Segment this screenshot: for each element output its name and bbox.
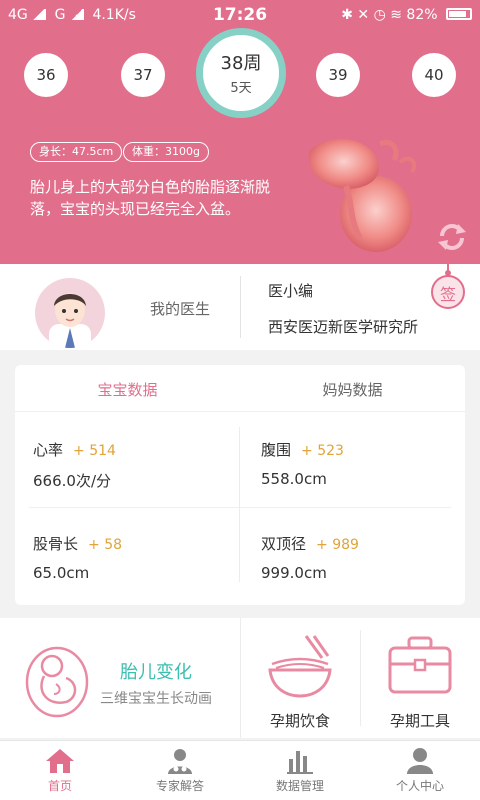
week-36-button[interactable]: 36: [24, 53, 68, 97]
metric-value: 999.0cm: [261, 564, 327, 582]
metric-name: 股骨长: [33, 535, 79, 553]
bluetooth-icon: ✱: [341, 7, 353, 23]
nav-expert-answers-label: 专家解答: [155, 779, 204, 793]
metric-value: 65.0cm: [33, 564, 90, 582]
current-days-label: 5天: [230, 81, 252, 96]
bottom-navigation: 首页 专家解答 数据管理 个人中心: [0, 740, 480, 800]
fetus-description: 胎儿身上的大部分白色的胎脂逐渐脱落，宝宝的头现已经完全入盆。: [30, 178, 271, 218]
metric-name: 心率: [33, 441, 64, 459]
fetus-icon: [25, 646, 89, 718]
fetus-length-badge: 身长：47.5cm: [30, 142, 123, 162]
refresh-icon[interactable]: [436, 222, 468, 252]
metric-delta: + 989: [316, 537, 359, 553]
metric-femur-length[interactable]: 股骨长 + 58 65.0cm: [33, 533, 122, 582]
feature-section: 胎儿变化 三维宝宝生长动画 孕期饮食 孕期工具: [0, 618, 480, 738]
metric-value: 558.0cm: [261, 470, 327, 488]
mute-icon: ✕: [357, 7, 370, 23]
alarm-icon: ◷: [373, 7, 386, 23]
sign-in-label: 签: [439, 285, 456, 304]
nav-data-management-label: 数据管理: [275, 779, 324, 793]
metric-delta: + 58: [88, 537, 123, 553]
week-40-button[interactable]: 40: [412, 53, 456, 97]
metric-name: 双顶径: [261, 535, 307, 553]
doctor-name: 医小编: [268, 282, 314, 300]
data-card: 宝宝数据 妈妈数据 心率 + 514 666.0次/分 腹围 + 523 558.0…: [15, 365, 465, 605]
metric-delta: + 514: [73, 443, 116, 459]
fetus-illustration: [308, 138, 417, 252]
week-37-button[interactable]: 37: [121, 53, 165, 97]
wifi-icon: ≋: [390, 7, 402, 23]
noodle-bowl-icon: [268, 635, 332, 698]
nav-personal-center[interactable]: 个人中心: [360, 741, 480, 800]
metric-delta: + 523: [301, 443, 344, 459]
battery-percent: 82%: [406, 7, 438, 23]
fetal-change-subtitle: 三维宝宝生长动画: [100, 691, 212, 707]
home-icon: [46, 749, 74, 773]
battery-icon: [446, 8, 472, 20]
sign-in-button[interactable]: 签: [430, 264, 466, 314]
my-doctor-label: 我的医生: [150, 300, 211, 318]
nav-data-management[interactable]: 数据管理: [240, 741, 360, 800]
metric-abdominal-circumference[interactable]: 腹围 + 523 558.0cm: [261, 439, 344, 488]
status-right: ✱ ✕ ◷ ≋ 82%: [341, 7, 472, 23]
doctor-avatar-icon: [49, 293, 91, 348]
doctor-avatar: [35, 278, 105, 348]
tab-divider: [15, 411, 465, 412]
fetal-change-card[interactable]: 胎儿变化 三维宝宝生长动画: [0, 618, 240, 738]
nav-personal-center-label: 个人中心: [395, 779, 444, 793]
grid-divider-vertical: [239, 427, 240, 582]
metric-biparietal-diameter[interactable]: 双顶径 + 989 999.0cm: [261, 533, 359, 582]
fetus-weight-badge: 体重：3100g: [123, 142, 209, 162]
toolbox-icon: [388, 636, 452, 694]
nav-home-label: 首页: [47, 779, 72, 793]
doctor-organization: 西安医迈新医学研究所: [268, 318, 419, 336]
divider: [240, 276, 241, 338]
doctor-icon: [168, 749, 192, 774]
metric-heart-rate[interactable]: 心率 + 514 666.0次/分: [33, 439, 116, 491]
current-week-label: 38周: [220, 53, 262, 74]
bar-chart-icon: [287, 751, 313, 774]
metric-value: 666.0次/分: [33, 472, 111, 490]
current-week-indicator[interactable]: 38周 5天: [196, 28, 286, 118]
pregnancy-week-header: 4G G 4.1K/s 17:26 ✱ ✕ ◷ ≋ 82% 36 37 38周 …: [0, 0, 480, 264]
tab-baby-data[interactable]: 宝宝数据: [15, 379, 240, 400]
nav-home[interactable]: 首页: [0, 741, 120, 800]
metric-name: 腹围: [261, 441, 292, 459]
my-doctor-section[interactable]: 我的医生 医小编 西安医迈新医学研究所 签: [0, 264, 480, 350]
user-icon: [407, 748, 433, 774]
nav-expert-answers[interactable]: 专家解答: [120, 741, 240, 800]
pregnancy-diet-label: 孕期饮食: [269, 712, 330, 730]
pregnancy-tools-label: 孕期工具: [389, 712, 450, 730]
tab-mom-data[interactable]: 妈妈数据: [240, 379, 465, 400]
grid-divider-horizontal: [29, 507, 451, 508]
week-39-button[interactable]: 39: [316, 53, 360, 97]
fetal-change-title: 胎儿变化: [120, 662, 192, 683]
